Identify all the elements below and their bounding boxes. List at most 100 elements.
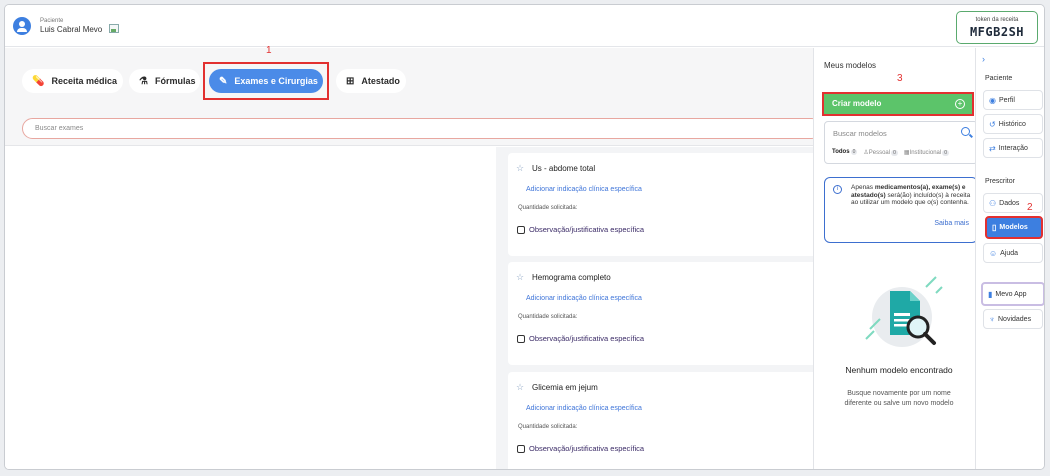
- star-icon[interactable]: ☆: [516, 272, 524, 283]
- main-toolbar: 1 💊 Receita médica ⚗ Fórmulas ✎ Exames e…: [5, 45, 822, 146]
- filter-label: Institucional: [909, 150, 942, 156]
- model-search-box: Buscar modelos Todos 0 ♙Pessoal 0 ▦Institu…: [824, 121, 978, 164]
- models-title: Meus modelos: [824, 61, 877, 70]
- learn-more-link[interactable]: Saiba mais: [934, 220, 969, 227]
- search-icon[interactable]: [961, 127, 970, 136]
- empty-state-title: Nenhum modelo encontrado: [845, 365, 953, 375]
- tab-label: Receita médica: [51, 76, 117, 86]
- star-icon[interactable]: ☆: [516, 163, 524, 174]
- document-icon: ▯: [992, 223, 997, 232]
- model-filters: Todos 0 ♙Pessoal 0 ▦Institucional 0: [832, 149, 950, 156]
- person-circle-icon: ◉: [989, 95, 996, 105]
- gift-icon: ♆: [989, 314, 995, 324]
- nav-novidades[interactable]: ♆ Novidades: [983, 309, 1043, 329]
- filter-institutional[interactable]: ▦Institucional 0: [904, 149, 950, 156]
- filter-count: 0: [891, 150, 898, 156]
- annotation-number: 1: [266, 45, 272, 56]
- help-icon: ☺: [989, 248, 998, 258]
- nav-perfil[interactable]: ◉ Perfil: [983, 90, 1043, 110]
- filter-personal[interactable]: ♙Pessoal 0: [863, 149, 898, 156]
- tab-label: Fórmulas: [154, 76, 196, 86]
- header: Paciente Luis Cabral Mevo token da recei…: [5, 5, 1044, 47]
- observation-checkbox[interactable]: Observação/justificativa específica: [517, 225, 644, 234]
- highlight-box: [203, 62, 329, 100]
- nav-label: Novidades: [998, 315, 1032, 323]
- create-model-label: Criar modelo: [832, 99, 882, 108]
- broken-image-icon: [109, 24, 119, 33]
- exam-card: ☆ Hemograma completo Adicionar indicação…: [508, 262, 828, 365]
- tab-atestado[interactable]: ⊞ Atestado: [336, 69, 406, 93]
- info-icon: i: [833, 185, 842, 194]
- nav-interacao[interactable]: ⇄ Interação: [983, 138, 1043, 158]
- right-sidebar: › Paciente ◉ Perfil ↺ Histórico ⇄ Interação…: [975, 48, 1044, 469]
- pills-icon: 💊: [32, 75, 45, 87]
- exam-card: ☆ Us - abdome total Adicionar indicação …: [508, 153, 828, 256]
- document-plus-icon: ⊞: [346, 75, 355, 87]
- annotation-number: 3: [897, 73, 903, 84]
- arrows-icon: ⇄: [989, 143, 996, 153]
- quantity-label: Quantidade solicitada:: [518, 424, 578, 430]
- app-window: Paciente Luis Cabral Mevo token da recei…: [4, 4, 1045, 470]
- observation-label: Observação/justificativa específica: [529, 444, 645, 453]
- search-exams-input[interactable]: Buscar exames: [22, 118, 822, 139]
- empty-document-search-illustration: [865, 276, 943, 347]
- section-patient: Paciente: [985, 75, 1013, 82]
- nav-dados[interactable]: ⚇ Dados: [983, 193, 1043, 213]
- filter-label: Pessoal: [868, 150, 891, 156]
- section-prescriber: Prescritor: [985, 178, 1015, 185]
- checkbox-icon[interactable]: [517, 225, 525, 234]
- observation-label: Observação/justificativa específica: [529, 225, 645, 234]
- checkbox-icon[interactable]: [517, 334, 525, 343]
- chevron-right-icon[interactable]: ›: [982, 54, 985, 64]
- nav-mevo-app[interactable]: ▮ Mevo App: [981, 282, 1044, 306]
- nav-label: Histórico: [998, 120, 1026, 128]
- history-icon: ↺: [989, 119, 996, 129]
- nav-label: Ajuda: [1000, 249, 1019, 257]
- data-icon: ⚇: [989, 198, 997, 208]
- token-value: MFGB2SH: [969, 25, 1025, 39]
- nav-label: Interação: [998, 144, 1028, 152]
- annotation-number: 2: [1027, 202, 1033, 213]
- nav-modelos[interactable]: ▯ Modelos: [985, 216, 1043, 239]
- add-indication-link[interactable]: Adicionar indicação clínica específica: [526, 405, 642, 412]
- filter-label: Todos: [832, 149, 850, 155]
- patient-name[interactable]: Luis Cabral Mevo: [40, 25, 102, 34]
- empty-state-subtitle: Busque novamente por um nome diferente o…: [844, 390, 954, 407]
- nav-ajuda[interactable]: ☺ Ajuda: [983, 243, 1043, 263]
- checkbox-icon[interactable]: [517, 444, 525, 453]
- tab-label: Atestado: [361, 76, 400, 86]
- create-model-button[interactable]: Criar modelo +: [822, 92, 974, 116]
- observation-label: Observação/justificativa específica: [529, 334, 645, 343]
- info-box: i Apenas medicamentos(a), exame(s) e ate…: [824, 177, 978, 243]
- blank-area: [5, 147, 496, 469]
- filter-count: 0: [942, 150, 950, 156]
- add-indication-link[interactable]: Adicionar indicação clínica específica: [526, 186, 642, 193]
- flask-icon: ⚗: [139, 75, 148, 87]
- plus-circle-icon: +: [955, 99, 965, 109]
- models-panel: Meus modelos 3 Criar modelo + Buscar mod…: [813, 48, 978, 469]
- tab-formulas[interactable]: ⚗ Fórmulas: [129, 69, 200, 93]
- observation-checkbox[interactable]: Observação/justificativa específica: [517, 444, 644, 453]
- filter-all[interactable]: Todos 0: [832, 149, 858, 156]
- nav-historico[interactable]: ↺ Histórico: [983, 114, 1043, 134]
- tab-receita-medica[interactable]: 💊 Receita médica: [22, 69, 123, 93]
- quantity-label: Quantidade solicitada:: [518, 314, 578, 320]
- model-search-input[interactable]: Buscar modelos: [833, 129, 887, 138]
- exam-title: Us - abdome total: [532, 164, 596, 173]
- exam-card: ☆ Glicemia em jejum Adicionar indicação …: [508, 372, 828, 469]
- nav-label: Modelos: [999, 224, 1028, 231]
- info-text-part: Apenas: [851, 184, 875, 191]
- patient-avatar-icon[interactable]: [13, 17, 31, 35]
- nav-label: Dados: [999, 199, 1020, 207]
- nav-label: Perfil: [998, 96, 1015, 104]
- token-label: token da receita: [975, 17, 1019, 23]
- exam-title: Hemograma completo: [532, 273, 611, 282]
- token-box[interactable]: token da receita MFGB2SH: [956, 11, 1038, 44]
- info-text: Apenas medicamentos(a), exame(s) e atest…: [851, 184, 975, 207]
- quantity-label: Quantidade solicitada:: [518, 205, 578, 211]
- filter-count: 0: [850, 149, 858, 155]
- add-indication-link[interactable]: Adicionar indicação clínica específica: [526, 295, 642, 302]
- observation-checkbox[interactable]: Observação/justificativa específica: [517, 334, 644, 343]
- star-icon[interactable]: ☆: [516, 382, 524, 393]
- nav-label: Mevo App: [995, 290, 1027, 298]
